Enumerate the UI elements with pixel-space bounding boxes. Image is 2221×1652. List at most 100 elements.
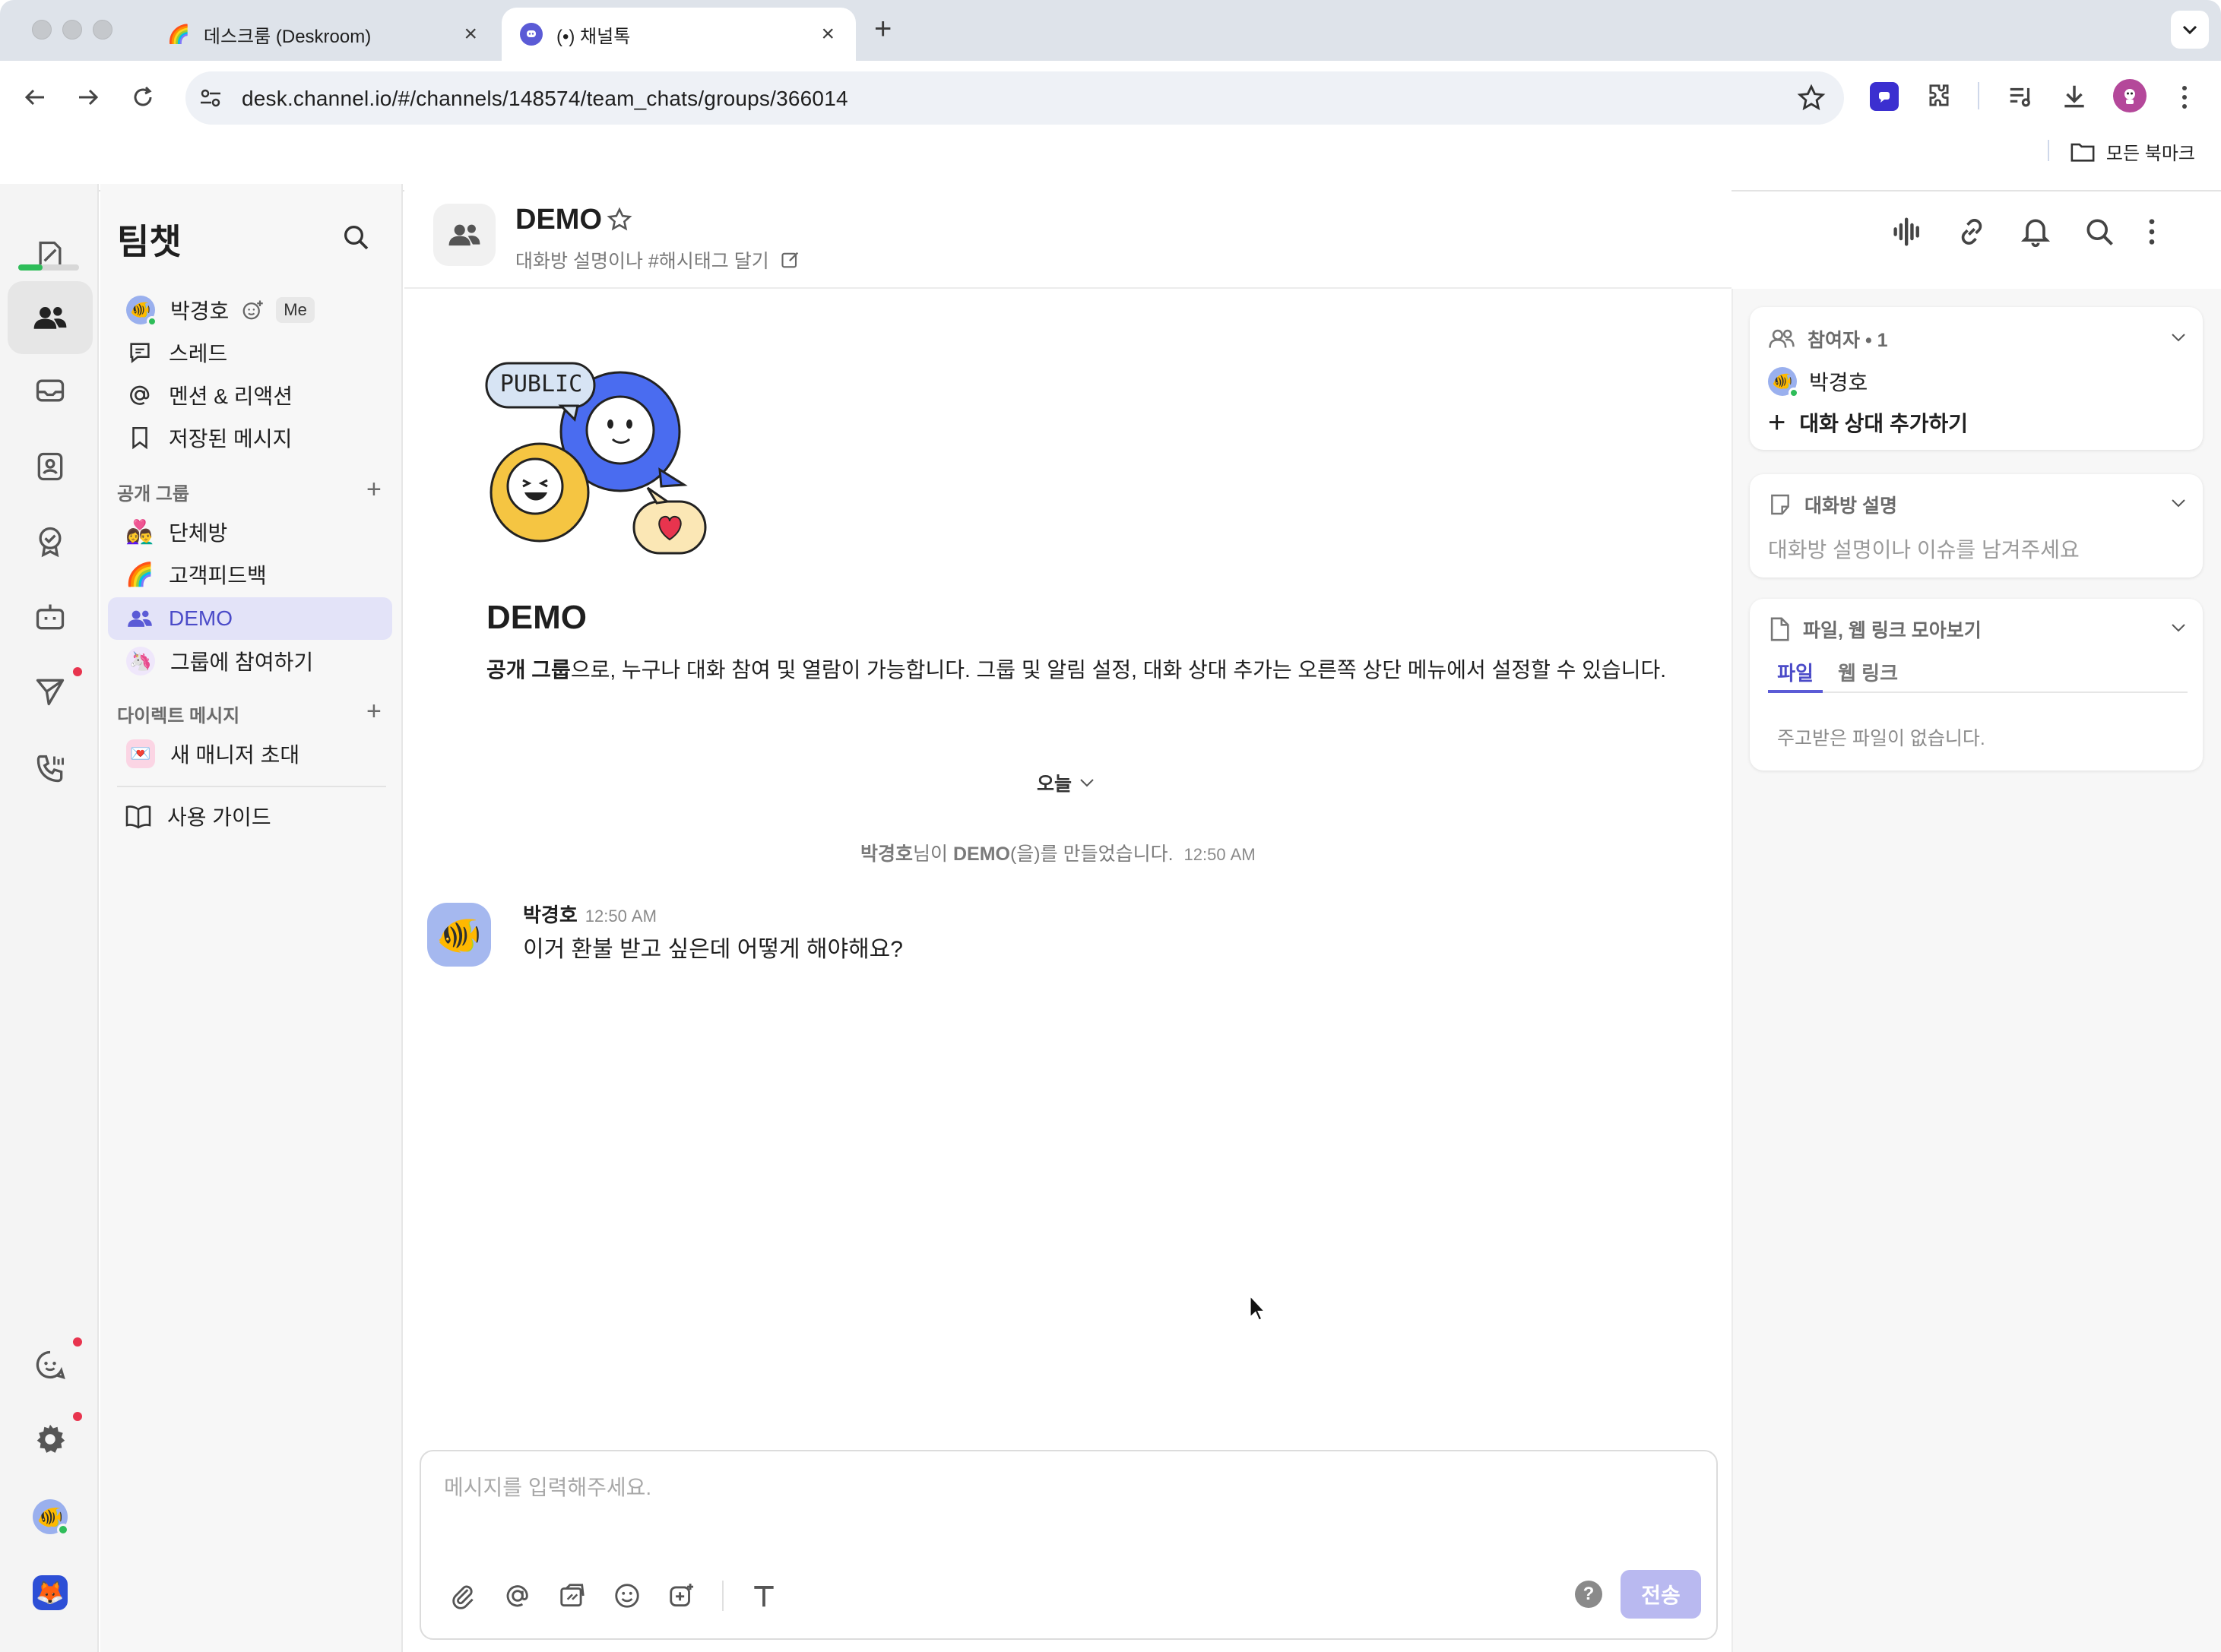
message-row[interactable]: 🐠 박경호 12:50 AM 이거 환불 받고 싶은데 어떻게 해야해요? (427, 900, 1712, 973)
rail-contacts-button[interactable] (8, 430, 93, 503)
mention-icon[interactable] (503, 1581, 532, 1610)
rail-campaign-button[interactable] (8, 655, 93, 728)
sidebar-item-mentions[interactable]: 멘션 & 리액션 (108, 374, 392, 416)
browser-tab-deskroom[interactable]: 🌈 데스크룸 (Deskroom) × (149, 8, 499, 61)
chevron-down-icon[interactable] (2169, 497, 2188, 509)
message-author[interactable]: 박경호 12:50 AM (523, 900, 657, 928)
bookmark-star-icon[interactable] (1797, 84, 1826, 112)
add-member-button[interactable]: + 대화 상대 추가하기 (1768, 407, 1968, 438)
forward-arrow-icon[interactable] (74, 84, 102, 111)
address-bar[interactable]: desk.channel.io/#/channels/148574/team_c… (185, 71, 1844, 125)
sidebar-item-invite-manager[interactable]: 💌 새 매니저 초대 (108, 733, 392, 775)
emoji-icon[interactable] (613, 1581, 642, 1610)
voice-wave-icon[interactable] (1891, 217, 1925, 247)
rail-call-button[interactable] (8, 733, 93, 805)
link-icon[interactable] (1955, 215, 1988, 248)
chevron-down-icon[interactable] (2169, 331, 2188, 343)
all-bookmarks-button[interactable]: 모든 북마크 (2070, 138, 2195, 165)
sidebar-search-icon[interactable] (341, 222, 371, 252)
participant-row[interactable]: 🐠 박경호 (1768, 366, 1868, 398)
system-message-time: 12:50 AM (1183, 845, 1256, 864)
text-format-icon[interactable] (749, 1581, 778, 1610)
extensions-puzzle-icon[interactable] (1925, 82, 1953, 111)
chevron-down-icon[interactable] (2169, 622, 2188, 634)
me-badge: Me (276, 297, 315, 323)
tab-close-icon[interactable]: × (821, 23, 835, 46)
add-app-icon[interactable] (667, 1581, 696, 1610)
date-divider-label: 오늘 (1037, 774, 1072, 795)
bell-icon[interactable] (2019, 215, 2052, 248)
system-message-rest: (을)를 만들었습니다. (1009, 843, 1174, 865)
favorite-star-icon[interactable] (607, 207, 632, 233)
team-chat-icon (33, 307, 67, 329)
sidebar-item-group-1[interactable]: 🌈 고객피드백 (108, 553, 392, 596)
sidebar-item-saved[interactable]: 저장된 메시지 (108, 416, 392, 459)
send-button[interactable]: 전송 (1621, 1570, 1701, 1619)
window-minimize-button[interactable] (62, 20, 82, 40)
user-avatar: 🐠 (33, 1499, 69, 1536)
back-arrow-icon[interactable] (21, 84, 49, 111)
browser-menu-icon[interactable] (2180, 84, 2189, 111)
sidebar-divider (117, 786, 386, 787)
sidebar-item-group-demo[interactable]: DEMO (108, 597, 392, 640)
rail-bot-button[interactable] (8, 581, 93, 654)
snippet-icon[interactable] (558, 1581, 587, 1610)
reload-icon[interactable] (129, 84, 157, 111)
search-icon[interactable] (2083, 215, 2116, 248)
rail-teamchat-button[interactable] (8, 281, 93, 354)
profile-avatar-icon[interactable] (2113, 79, 2147, 112)
participants-card: 참여자 • 1 🐠 박경호 + 대화 상대 추가하기 (1750, 307, 2203, 450)
room-description-input[interactable]: 대화방 설명이나 이슈를 남겨주세요 (1768, 533, 2080, 564)
attachment-icon[interactable] (448, 1581, 477, 1610)
tab-search-button[interactable] (2171, 11, 2209, 49)
download-icon[interactable] (2060, 82, 2089, 111)
sidebar-item-join-group[interactable]: 🦄 그룹에 참여하기 (108, 640, 392, 682)
rail-tasks-button[interactable] (8, 505, 93, 578)
chat-main: DEMO 대화방 설명이나 #해시태그 달기 PUBLIC DEMO 공개 그룹… (404, 184, 2155, 1652)
message-input[interactable]: 메시지를 입력해주세요. (444, 1471, 651, 1502)
more-vertical-icon[interactable] (2147, 217, 2157, 247)
contacts-icon (37, 452, 63, 481)
date-divider[interactable]: 오늘 (1037, 769, 1096, 796)
new-tab-button[interactable]: + (874, 12, 892, 46)
message-avatar[interactable]: 🐠 (427, 903, 491, 967)
sidebar-item-me[interactable]: 🐠 박경호 Me (108, 289, 392, 331)
site-settings-icon[interactable] (198, 85, 223, 111)
rail-progress-track (18, 264, 79, 271)
url-text[interactable]: desk.channel.io/#/channels/148574/team_c… (242, 87, 848, 111)
settings-notification-dot (73, 1412, 82, 1421)
room-description-header[interactable]: 대화방 설명 (1768, 491, 1897, 518)
participants-header[interactable]: 참여자 • 1 (1768, 325, 1888, 353)
rainbow-favicon-icon: 🌈 (167, 24, 190, 45)
add-dm-button[interactable]: + (366, 698, 382, 724)
intro-description-rest: 으로, 누구나 대화 참여 및 열람이 가능합니다. 그룹 및 알림 설정, 대… (570, 658, 1666, 682)
channel-extension-icon[interactable] (1870, 82, 1899, 111)
tab-files[interactable]: 파일 (1768, 658, 1823, 693)
media-control-icon[interactable] (2007, 82, 2036, 111)
files-header[interactable]: 파일, 웹 링크 모아보기 (1768, 616, 1982, 643)
composer-toolbar (448, 1581, 778, 1611)
room-description-button[interactable]: 대화방 설명이나 #해시태그 달기 (515, 246, 801, 274)
sidebar-item-group-0[interactable]: 👩‍❤️‍👨 단체방 (108, 511, 392, 553)
tab-close-icon[interactable]: × (464, 23, 477, 46)
add-group-button[interactable]: + (366, 476, 382, 502)
couple-emoji-icon: 👩‍❤️‍👨 (125, 519, 154, 545)
header-actions (1891, 201, 2157, 263)
rail-workspace-button[interactable]: 🦊 (8, 1556, 93, 1629)
rail-inbox-button[interactable] (8, 354, 93, 427)
browser-toolbar: desk.channel.io/#/channels/148574/team_c… (0, 61, 2221, 191)
window-close-button[interactable] (32, 20, 52, 40)
tab-web-links[interactable]: 웹 링크 (1838, 658, 1898, 693)
bookmark-icon (126, 424, 154, 451)
sidebar-item-threads[interactable]: 스레드 (108, 331, 392, 374)
rail-progress-fill (18, 264, 43, 271)
room-info-panel: 참여자 • 1 🐠 박경호 + 대화 상대 추가하기 대화방 설명 대화방 설명… (1731, 289, 2221, 1652)
unicorn-emoji-icon: 🦄 (126, 647, 155, 676)
window-maximize-button[interactable] (93, 20, 112, 40)
rail-my-profile-button[interactable]: 🐠 (8, 1480, 93, 1553)
status-emoji-icon[interactable] (241, 299, 264, 321)
help-button[interactable]: ? (1575, 1581, 1602, 1608)
browser-tab-channeltalk[interactable]: (•) 채널톡 × (502, 8, 856, 61)
sidebar-item-guide[interactable]: 사용 가이드 (108, 795, 392, 837)
plus-icon: + (1768, 406, 1786, 439)
